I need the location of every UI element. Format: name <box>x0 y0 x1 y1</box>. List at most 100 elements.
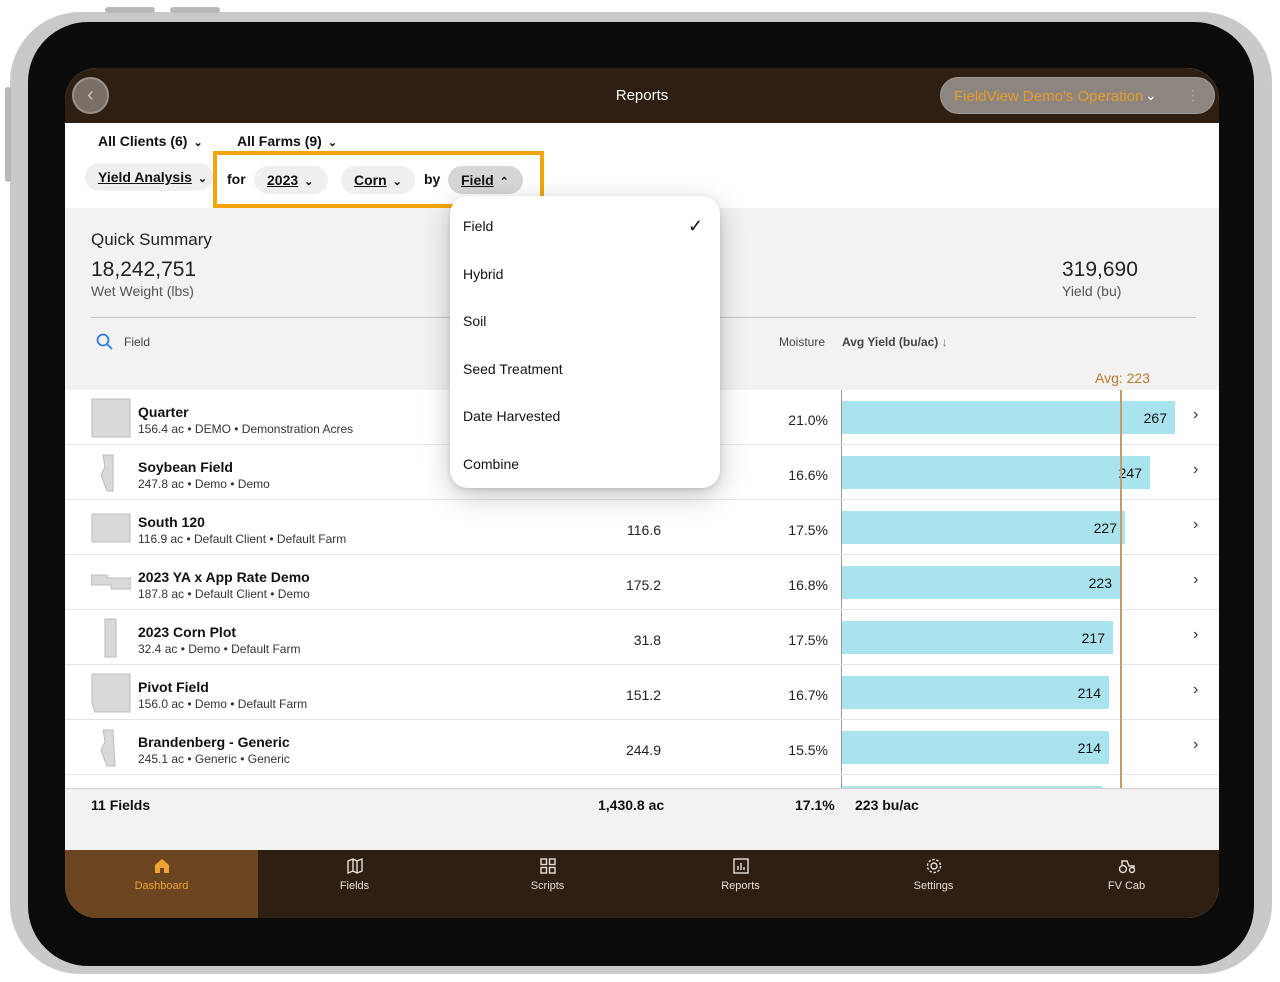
footer-total-area: 1,430.8 ac <box>598 797 665 813</box>
wet-weight-value: 18,242,751 <box>91 258 197 281</box>
dropdown-option-date-harvested[interactable]: Date Harvested <box>463 408 560 424</box>
clients-filter-label: All Clients (6) <box>98 133 188 149</box>
chevron-right-icon[interactable]: › <box>1193 626 1198 644</box>
chevron-down-icon: ⌄ <box>327 137 338 149</box>
yield-total-label: Yield (bu) <box>1062 283 1122 299</box>
field-name: Pivot Field <box>138 679 209 695</box>
nav-reports[interactable]: Reports <box>644 850 837 918</box>
field-name: Brandenberg - Generic <box>138 734 290 750</box>
yield-bar: 214 <box>842 731 1109 764</box>
nav-label: Fields <box>339 880 370 892</box>
nav-settings[interactable]: Settings <box>837 850 1030 918</box>
chevron-right-icon[interactable]: › <box>1193 681 1198 699</box>
chevron-down-icon: ⌄ <box>1145 87 1157 103</box>
volume-button <box>170 7 220 13</box>
field-details: 156.4 ac • DEMO • Demonstration Acres <box>138 422 354 436</box>
field-area: 151.2 <box>625 687 661 703</box>
chevron-right-icon[interactable]: › <box>1193 571 1198 589</box>
chevron-right-icon[interactable]: › <box>1193 516 1198 534</box>
sort-arrow-down-icon: ↓ <box>941 335 948 349</box>
nav-label: FV Cab <box>1107 880 1146 892</box>
dropdown-option-field[interactable]: Field <box>463 218 493 234</box>
field-details: 116.9 ac • Default Client • Default Farm <box>138 532 347 546</box>
field-moisture: 16.6% <box>788 467 828 483</box>
yield-bar: 214 <box>842 676 1109 709</box>
avg-yield-column-header[interactable]: Avg Yield (bu/ac) ↓ <box>842 335 948 349</box>
field-boundary-thumbnail <box>91 618 131 658</box>
table-row[interactable]: Pivot Field 156.0 ac • Demo • Default Far… <box>65 665 1219 720</box>
chevron-right-icon[interactable]: › <box>1193 461 1198 479</box>
field-name: Quarter <box>138 404 189 420</box>
table-row[interactable]: 2023 YA x App Rate Demo 187.8 ac • Defaul… <box>65 555 1219 610</box>
nav-label: Scripts <box>530 880 565 892</box>
field-details: 187.8 ac • Default Client • Demo <box>138 587 310 601</box>
volume-button <box>105 7 155 13</box>
power-button <box>5 87 11 182</box>
yield-bar: 247 <box>842 456 1150 489</box>
clients-filter[interactable]: All Clients (6) ⌄ <box>98 133 203 149</box>
footer-field-count: 11 Fields <box>91 797 151 813</box>
nav-label: Reports <box>721 880 760 892</box>
quick-summary-title: Quick Summary <box>91 230 212 249</box>
field-area: 244.9 <box>625 742 661 758</box>
chevron-down-icon: ⌄ <box>193 137 203 149</box>
field-name: Soybean Field <box>138 459 233 475</box>
home-icon <box>154 859 169 873</box>
operation-selector[interactable]: FieldView Demo's Operation ⌄ ⋮ <box>940 77 1215 114</box>
farms-filter-label: All Farms (9) <box>237 133 322 149</box>
search-icon[interactable] <box>96 333 113 350</box>
dropdown-option-combine[interactable]: Combine <box>463 456 519 472</box>
field-area: 175.2 <box>625 577 661 593</box>
nav-scripts[interactable]: Scripts <box>451 850 644 918</box>
field-boundary-thumbnail <box>91 508 131 548</box>
tractor-icon <box>1118 860 1135 874</box>
nav-fv-cab[interactable]: FV Cab <box>1030 850 1219 918</box>
nav-fields[interactable]: Fields <box>258 850 451 918</box>
table-footer: 11 Fields 1,430.8 ac 17.1% 223 bu/ac <box>65 788 1219 818</box>
field-moisture: 21.0% <box>788 412 828 428</box>
report-type-selector[interactable]: Yield Analysis ⌄ <box>85 163 213 191</box>
field-moisture: 17.5% <box>788 522 828 538</box>
table-row[interactable]: Brandenberg - Generic 245.1 ac • Generic … <box>65 720 1219 775</box>
yield-bar-value: 227 <box>1093 520 1117 536</box>
nav-label: Dashboard <box>134 880 189 892</box>
field-details: 245.1 ac • Generic • Generic <box>138 752 290 766</box>
field-search-input[interactable]: Field <box>124 335 150 349</box>
field-details: 247.8 ac • Demo • Demo <box>138 477 270 491</box>
chevron-down-icon: ⌄ <box>197 173 208 185</box>
field-name: 2023 YA x App Rate Demo <box>138 569 310 585</box>
yield-bar-value: 267 <box>1143 410 1167 426</box>
avg-yield-marker-label: Avg: 223 <box>1095 370 1151 386</box>
yield-bar-value: 247 <box>1118 465 1142 481</box>
more-options-icon[interactable]: ⋮ <box>1186 87 1200 104</box>
field-moisture: 15.5% <box>788 742 828 758</box>
field-boundary-thumbnail <box>91 673 131 713</box>
yield-total-value: 319,690 <box>1062 258 1138 281</box>
dropdown-option-hybrid[interactable]: Hybrid <box>463 266 503 282</box>
grid-icon <box>539 858 556 874</box>
nav-dashboard[interactable]: Dashboard <box>65 850 258 918</box>
yield-bar: 217 <box>842 621 1113 654</box>
dropdown-option-soil[interactable]: Soil <box>463 313 486 329</box>
chevron-right-icon[interactable]: › <box>1193 406 1198 424</box>
footer-avg-yield: 223 bu/ac <box>855 797 919 813</box>
field-details: 32.4 ac • Demo • Default Farm <box>138 642 301 656</box>
moisture-column-header[interactable]: Moisture <box>779 335 825 349</box>
wet-weight-label: Wet Weight (lbs) <box>91 283 194 299</box>
map-icon <box>346 857 363 875</box>
bottom-nav: Dashboard Fields Scripts Reports Setting… <box>65 850 1219 918</box>
field-boundary-thumbnail <box>91 398 131 438</box>
chart-icon <box>732 858 749 874</box>
report-type-label: Yield Analysis <box>98 169 192 185</box>
top-bar: ‹ Reports FieldView Demo's Operation ⌄ ⋮ <box>65 68 1219 123</box>
yield-bar: 227 <box>842 511 1125 544</box>
table-row[interactable]: 2023 Corn Plot 32.4 ac • Demo • Default F… <box>65 610 1219 665</box>
chevron-right-icon[interactable]: › <box>1193 736 1198 754</box>
dropdown-option-seed-treatment[interactable]: Seed Treatment <box>463 361 563 377</box>
gear-icon <box>926 858 941 874</box>
farms-filter[interactable]: All Farms (9) ⌄ <box>237 133 337 149</box>
field-moisture: 16.7% <box>788 687 828 703</box>
yield-bar-value: 214 <box>1077 685 1101 701</box>
table-row[interactable]: South 120 116.9 ac • Default Client • Def… <box>65 500 1219 555</box>
field-name: 2023 Corn Plot <box>138 624 237 640</box>
